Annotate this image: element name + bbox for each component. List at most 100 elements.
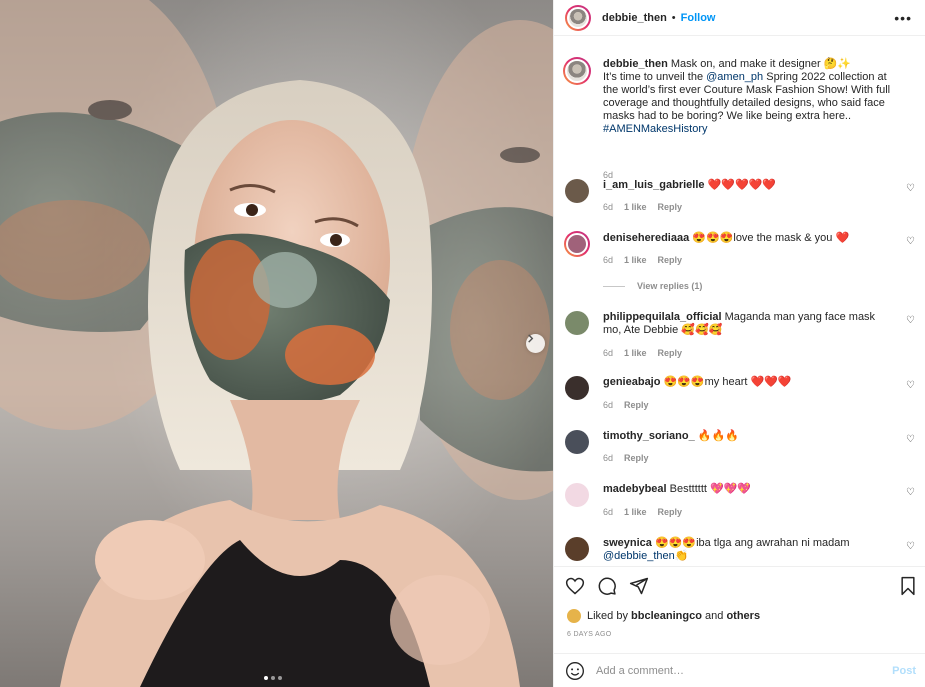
comment-time[interactable]: 6d <box>603 400 613 410</box>
commenter-avatar[interactable] <box>565 376 589 400</box>
heart-icon[interactable] <box>565 576 585 596</box>
liked-prefix: Liked by <box>587 610 628 622</box>
comment-meta: 6d Reply <box>603 400 649 410</box>
author-avatar[interactable] <box>565 4 591 31</box>
comment-meta: 6d 1 like Reply <box>603 348 682 358</box>
reply-button[interactable]: Reply <box>658 202 683 212</box>
reply-button[interactable]: Reply <box>658 507 683 517</box>
comment-body: 😍😍😍love the mask & you ❤️ <box>692 232 850 244</box>
action-icons <box>565 576 649 596</box>
carousel-next-button[interactable] <box>526 334 545 353</box>
follow-button[interactable]: Follow <box>681 12 716 24</box>
comment-time[interactable]: 6d <box>603 202 613 212</box>
comment-time[interactable]: 6d <box>603 255 613 265</box>
carousel-indicator <box>264 676 282 680</box>
heart-icon[interactable]: ♡ <box>906 183 915 194</box>
chevron-right-icon <box>528 334 534 343</box>
comment-text: timothy_soriano_ 🔥🔥🔥 <box>603 430 891 443</box>
carousel-dot <box>264 676 268 680</box>
liked-others[interactable]: others <box>726 610 760 622</box>
commenter-username[interactable]: i_am_luis_gabrielle <box>603 179 705 191</box>
commenter-avatar[interactable] <box>565 483 589 507</box>
commenter-avatar[interactable] <box>565 311 589 335</box>
liked-user[interactable]: bbcleaningco <box>631 610 702 622</box>
share-icon[interactable] <box>629 576 649 596</box>
carousel-dot <box>278 676 282 680</box>
commenter-username[interactable]: genieabajo <box>603 376 660 388</box>
view-replies-line <box>603 285 625 287</box>
reply-button[interactable]: Reply <box>624 400 649 410</box>
heart-icon[interactable]: ♡ <box>906 434 915 445</box>
comment-time[interactable]: 6d <box>603 507 613 517</box>
smiley-icon[interactable] <box>565 661 585 681</box>
comment-body-end: 👏 <box>674 550 689 562</box>
commenter-avatar[interactable] <box>565 430 589 454</box>
commenter-username[interactable]: timothy_soriano_ <box>603 430 695 442</box>
post-photo <box>0 0 553 687</box>
header-separator: • <box>671 11 676 24</box>
commenter-username[interactable]: philippequilala_official <box>603 311 722 323</box>
commenter-username[interactable]: sweynica <box>603 537 652 549</box>
comment-mention[interactable]: @debbie_then <box>603 550 675 562</box>
comment-body: 🔥🔥🔥 <box>697 430 739 442</box>
comment-body: ❤️❤️❤️❤️❤️ <box>707 179 777 191</box>
commenter-username[interactable]: deniseherediaaa <box>603 232 689 244</box>
comment-input[interactable] <box>596 664 876 677</box>
reply-button[interactable]: Reply <box>658 348 683 358</box>
post-actions: Liked by bbcleaningco and others 6 DAYS … <box>554 566 925 652</box>
carousel-dot <box>271 676 275 680</box>
caption-line-1: Mask on, and make it designer 🤔✨ <box>670 58 852 70</box>
heart-icon[interactable]: ♡ <box>906 487 915 498</box>
comment-likes[interactable]: 1 like <box>624 348 647 358</box>
comment-meta: 6d 1 like Reply <box>603 507 682 517</box>
comment-likes[interactable]: 1 like <box>624 507 647 517</box>
commenter-avatar[interactable] <box>564 231 590 257</box>
caption-hashtag[interactable]: #AMENMakesHistory <box>603 123 708 135</box>
caption-username[interactable]: debbie_then <box>603 58 668 70</box>
view-replies-button[interactable]: View replies (1) <box>603 281 702 291</box>
caption-text: debbie_then Mask on, and make it designe… <box>603 58 891 136</box>
caption-text-part: It’s time to unveil the <box>603 71 707 83</box>
post-comment-button[interactable]: Post <box>892 665 916 677</box>
heart-icon[interactable]: ♡ <box>906 315 915 326</box>
liker-avatar[interactable] <box>567 609 581 623</box>
author-avatar[interactable] <box>563 57 591 85</box>
comment-likes[interactable]: 1 like <box>624 202 647 212</box>
comments-list[interactable]: debbie_then Mask on, and make it designe… <box>554 37 925 566</box>
comment-text: sweynica 😍😍😍iba tlga ang awrahan ni mada… <box>603 537 891 563</box>
comment-text: i_am_luis_gabrielle ❤️❤️❤️❤️❤️ <box>603 179 891 192</box>
comment-time[interactable]: 6d <box>603 453 613 463</box>
author-username[interactable]: debbie_then <box>602 12 667 24</box>
comment-icon[interactable] <box>597 576 617 596</box>
comment-text: genieabajo 😍😍😍my heart ❤️❤️❤️ <box>603 376 891 389</box>
add-comment-bar: Post <box>554 653 925 687</box>
heart-icon[interactable]: ♡ <box>906 236 915 247</box>
heart-icon[interactable]: ♡ <box>906 541 915 552</box>
reply-button[interactable]: Reply <box>658 255 683 265</box>
comment-meta: 6d 1 like Reply <box>603 255 682 265</box>
comment-time[interactable]: 6d <box>603 348 613 358</box>
commenter-avatar[interactable] <box>565 537 589 561</box>
comment-text: philippequilala_official Maganda man yan… <box>603 311 891 337</box>
post-header: debbie_then • Follow ••• <box>554 0 925 36</box>
heart-icon[interactable]: ♡ <box>906 380 915 391</box>
post-time[interactable]: 6 DAYS AGO <box>567 631 612 638</box>
comment-text: deniseherediaaa 😍😍😍love the mask & you ❤… <box>603 232 891 245</box>
liked-and: and <box>705 610 724 622</box>
comment-meta: 6d Reply <box>603 453 649 463</box>
comment-text: madebybeal Bestttttt 💖💖💖 <box>603 483 891 496</box>
comment-meta: 6d 1 like Reply <box>603 202 682 212</box>
view-replies-label: View replies (1) <box>637 281 703 291</box>
liked-by: Liked by bbcleaningco and others <box>567 609 760 623</box>
more-horizontal-icon[interactable]: ••• <box>894 11 912 25</box>
bookmark-icon[interactable] <box>898 576 918 596</box>
caption-mention[interactable]: @amen_ph <box>706 71 763 83</box>
comment-body: 😍😍😍iba tlga ang awrahan ni madam <box>654 537 850 549</box>
comment-body: 😍😍😍my heart ❤️❤️❤️ <box>663 376 792 388</box>
post-media[interactable] <box>0 0 553 687</box>
comment-likes[interactable]: 1 like <box>624 255 647 265</box>
commenter-username[interactable]: madebybeal <box>603 483 667 495</box>
reply-button[interactable]: Reply <box>624 453 649 463</box>
commenter-avatar[interactable] <box>565 179 589 203</box>
comment-body: Bestttttt 💖💖💖 <box>669 483 752 495</box>
